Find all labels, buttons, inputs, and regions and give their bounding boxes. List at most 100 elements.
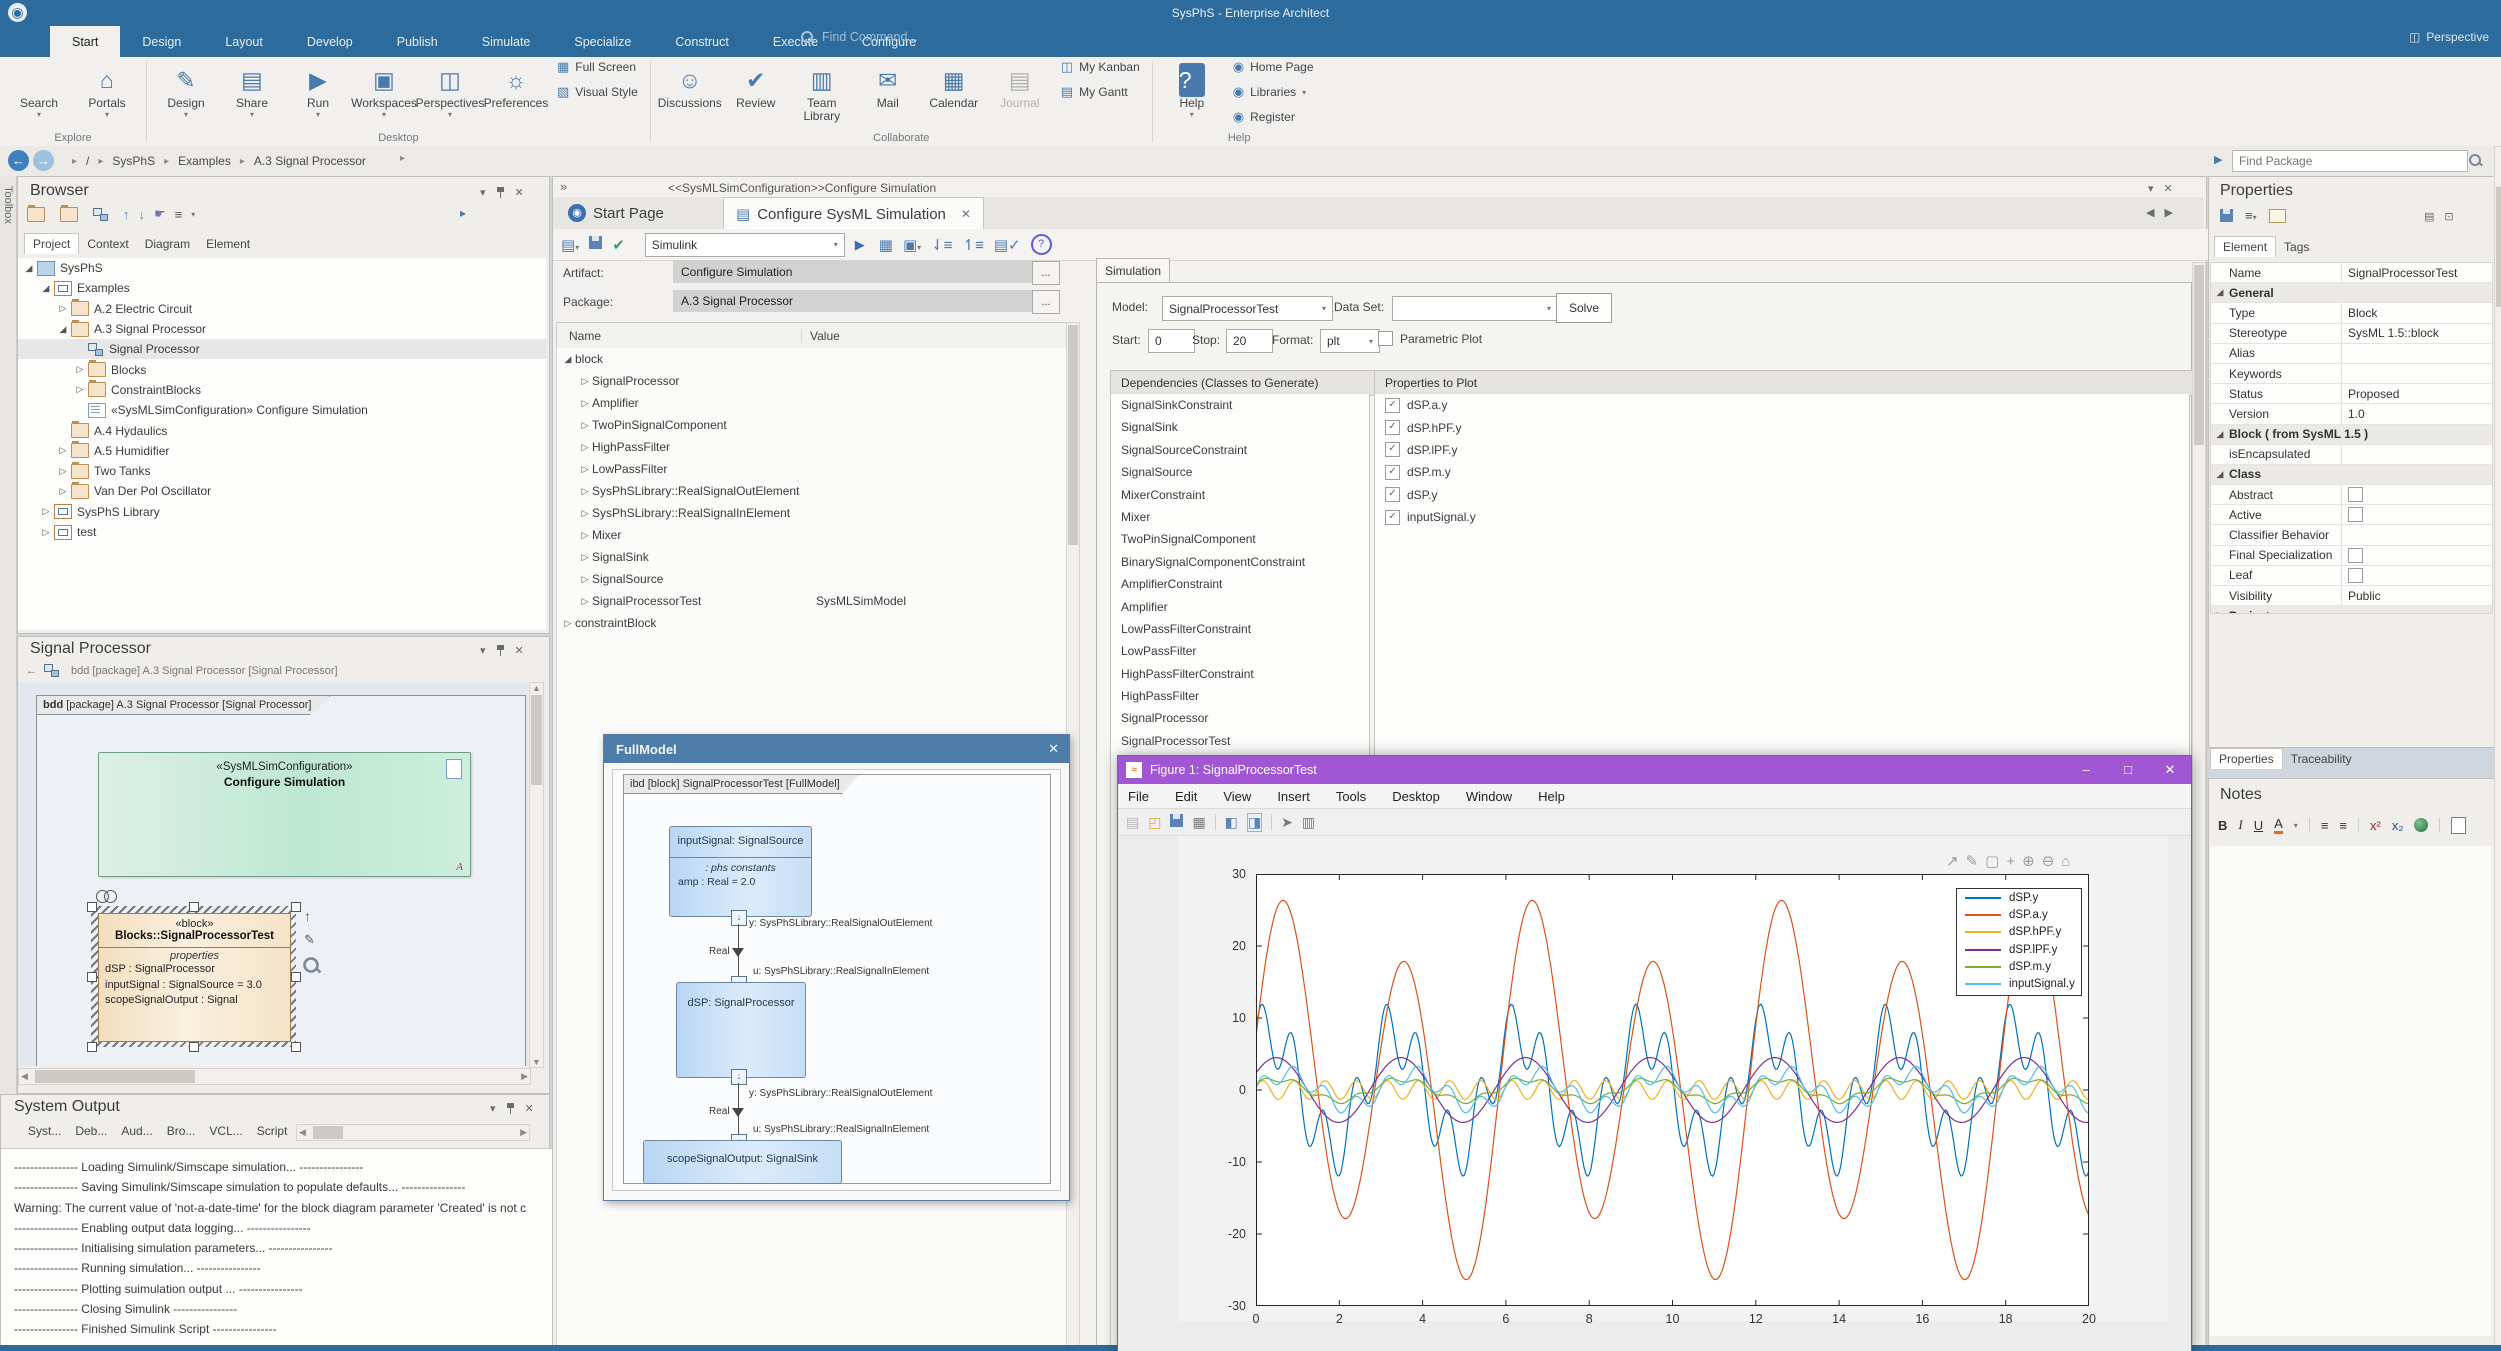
tree-item[interactable]: ▷ Blocks (18, 359, 546, 379)
sort-down-icon[interactable]: ⇃≡ (931, 236, 952, 254)
property-value[interactable]: Public (2341, 586, 2492, 605)
table-row[interactable]: ▷ TwoPinSignalComponent (557, 414, 1067, 436)
open-icon[interactable]: ◰ (1148, 814, 1161, 831)
dependency-item[interactable]: Mixer (1111, 506, 1369, 528)
tree-item[interactable]: ▷ ConstraintBlocks (18, 380, 546, 400)
scope-signal-block[interactable]: scopeSignalOutput: SignalSink (643, 1140, 842, 1184)
diagram-vscrollbar[interactable]: ▲ ▼ (529, 682, 544, 1068)
ribbon-button[interactable]: ▣ Workspaces ▾ (351, 59, 417, 119)
property-value[interactable] (2341, 445, 2492, 464)
expand-icon[interactable]: ▷ (578, 596, 592, 607)
output-tab[interactable]: Syst... (28, 1124, 61, 1138)
property-row[interactable]: Type Block (2211, 303, 2492, 323)
property-row[interactable]: Visibility Public (2211, 586, 2492, 606)
find-package-go-icon[interactable]: ▶ (2214, 153, 2222, 166)
ribbon-tab[interactable]: Specialize (552, 26, 653, 57)
plot-tool-icon[interactable]: ↗ (1946, 852, 1959, 870)
copy-icon[interactable]: ▣▾ (903, 236, 921, 254)
checklist-icon[interactable]: ▤✓ (994, 236, 1021, 254)
find-command[interactable]: Find Command... (800, 30, 918, 44)
cursor-icon[interactable]: ➤ (1281, 814, 1293, 831)
plot-tool-icon[interactable]: + (2006, 853, 2015, 870)
superscript-button[interactable]: x² (2370, 818, 2381, 833)
name-column-header[interactable]: Name (557, 329, 801, 343)
property-value[interactable] (2341, 546, 2492, 565)
expand-icon[interactable]: ▷ (578, 398, 592, 409)
menu-item[interactable]: File (1128, 789, 1149, 804)
ribbon-small-button[interactable]: ◉ Libraries ▾ (1233, 84, 1314, 100)
tree-item[interactable]: «SysMLSimConfiguration» Configure Simula… (18, 400, 546, 420)
expand-icon[interactable]: ◢ (561, 354, 575, 365)
tree-item[interactable]: ◢ SysPhS (18, 258, 546, 278)
property-row[interactable]: Classifier Behavior (2211, 525, 2492, 545)
table-row[interactable]: ▷ Mixer (557, 524, 1067, 546)
parametric-plot-option[interactable]: Parametric Plot (1378, 331, 1482, 346)
tree-item[interactable]: ◢ Examples (18, 278, 546, 298)
tab-start-page[interactable]: ◉ Start Page (556, 197, 676, 229)
tab-simulation[interactable]: Simulation (1096, 258, 1170, 284)
expand-icon[interactable]: ▷ (578, 442, 592, 453)
dependency-item[interactable]: SignalProcessor (1111, 707, 1369, 729)
group-expand-icon[interactable]: ◢ (2211, 429, 2229, 440)
ribbon-button[interactable]: Search ▾ (6, 59, 72, 119)
menu-item[interactable]: Edit (1175, 789, 1197, 804)
property-row[interactable]: Status Proposed (2211, 384, 2492, 404)
plot-property-item[interactable]: ✓ inputSignal.y (1375, 506, 2189, 528)
property-row[interactable]: Abstract (2211, 485, 2492, 505)
expand-icon[interactable]: ▷ (578, 420, 592, 431)
ribbon-button[interactable]: ◫ Perspectives ▾ (417, 59, 483, 119)
italic-button[interactable]: I (2238, 817, 2242, 833)
property-row[interactable]: Active (2211, 505, 2492, 525)
underline-button[interactable]: U (2254, 818, 2263, 833)
diagram-canvas[interactable]: bdd [package] A.3 Signal Processor [Sign… (18, 682, 528, 1066)
dock-icon[interactable]: ◨ (1247, 813, 1262, 832)
tree-item[interactable]: ▷ A.2 Electric Circuit (18, 299, 546, 319)
property-row[interactable]: ◢ General (2211, 283, 2492, 303)
ribbon-tab[interactable]: Publish (375, 26, 460, 57)
fullmodel-canvas[interactable]: ibd [block] SignalProcessorTest [FullMod… (612, 769, 1061, 1191)
stop-input[interactable]: 20 (1226, 329, 1273, 353)
expand-icon[interactable]: ▷ (578, 530, 592, 541)
bold-button[interactable]: B (2218, 818, 2227, 833)
expand-icon[interactable]: ▷ (578, 508, 592, 519)
menu-item[interactable]: Window (1466, 789, 1512, 804)
app-logo-icon[interactable]: ◉ (8, 3, 27, 22)
hamburger-menu-icon[interactable]: ≡ (175, 207, 183, 222)
pin-icon[interactable] (496, 187, 505, 198)
tree-item[interactable]: ▷ Van Der Pol Oscillator (18, 481, 546, 501)
output-tab[interactable]: Bro... (167, 1124, 196, 1138)
quicklink-arrow-icon[interactable]: ↑ (304, 908, 311, 924)
new-package-icon[interactable] (27, 207, 45, 222)
menu-item[interactable]: Help (1538, 789, 1565, 804)
panel-menu-icon[interactable]: ▾ (2148, 182, 2154, 195)
help-icon[interactable]: ? (1031, 234, 1052, 255)
ribbon-tab[interactable]: Layout (203, 26, 285, 57)
notes-editor[interactable] (2210, 846, 2491, 1336)
save-icon[interactable] (2220, 209, 2233, 222)
folder-icon[interactable] (60, 207, 78, 222)
parametric-checkbox[interactable] (1378, 331, 1393, 346)
package-browse-button[interactable]: ... (1032, 290, 1060, 314)
maximize-icon[interactable]: □ (2107, 762, 2149, 778)
close-icon[interactable]: ✕ (2149, 762, 2191, 778)
expand-icon[interactable]: ▷ (578, 552, 592, 563)
new-icon[interactable]: ▤▾ (561, 236, 579, 254)
dock-tab[interactable]: Properties (2210, 748, 2283, 769)
plot-property-item[interactable]: ✓ dSP.a.y (1375, 394, 2189, 416)
dataset-combo[interactable]: ▾ (1392, 296, 1558, 321)
expand-icon[interactable]: ▷ (561, 618, 575, 629)
ribbon-button[interactable]: ✔ Review ▾ (723, 59, 789, 123)
tab-scroll-right-icon[interactable]: ▶ (2164, 206, 2172, 219)
selection-handle[interactable] (87, 972, 97, 982)
properties-tab[interactable]: Element (2214, 236, 2276, 257)
signal-processor-test-block[interactable]: «block» Blocks::SignalProcessorTest prop… (98, 913, 291, 1042)
table-row[interactable]: ▷ constraintBlock (557, 612, 1067, 634)
tree-item[interactable]: Signal Processor (18, 339, 546, 359)
output-tab[interactable]: Deb... (75, 1124, 107, 1138)
close-icon[interactable]: ✕ (515, 186, 524, 199)
package-field[interactable]: A.3 Signal Processor (673, 290, 1043, 312)
group-expand-icon[interactable]: ▷ (2211, 610, 2229, 614)
ribbon-button[interactable]: ⌂ Portals ▾ (74, 59, 140, 119)
close-icon[interactable]: ✕ (515, 644, 524, 657)
tab-scroll-left-icon[interactable]: ◀ (2146, 206, 2154, 219)
